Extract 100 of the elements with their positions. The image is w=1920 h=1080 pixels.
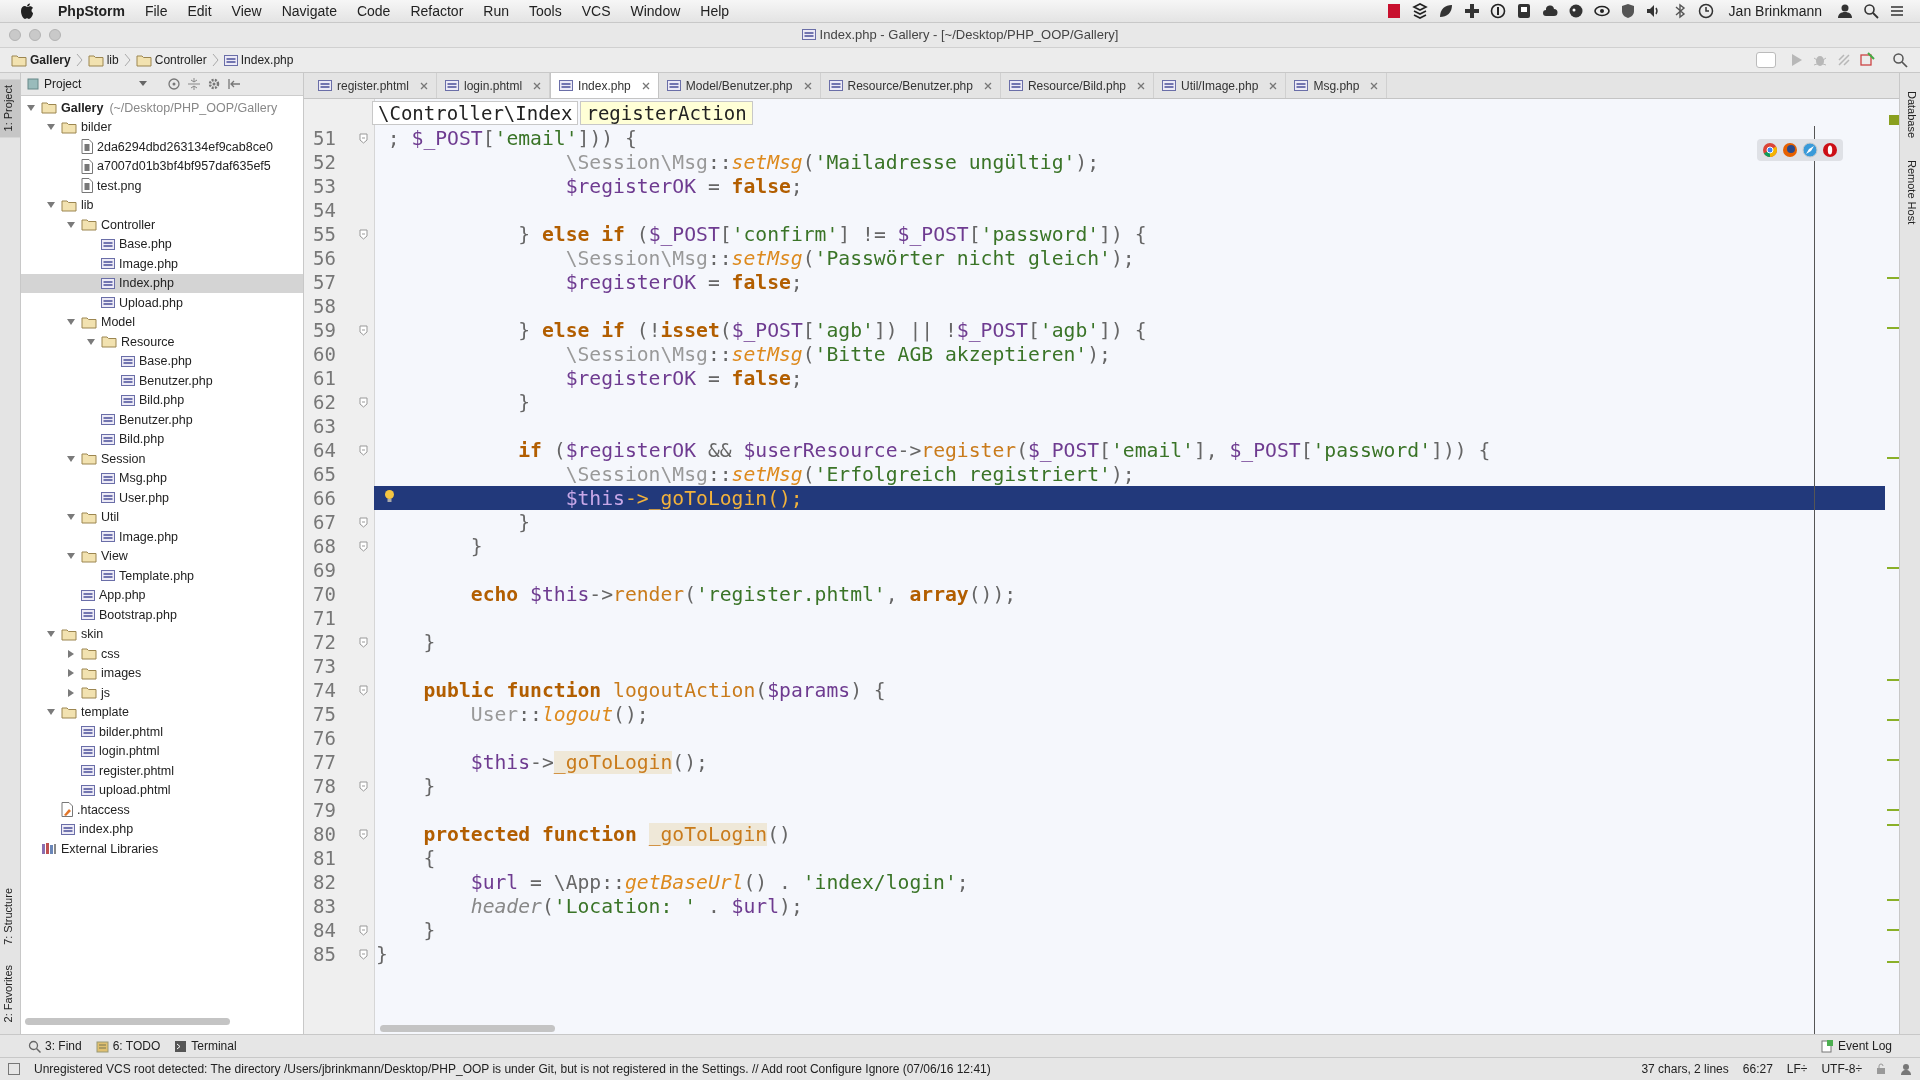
tree-item[interactable]: lib	[21, 195, 303, 215]
tree-item[interactable]: Bootstrap.php	[21, 605, 303, 625]
gear-icon[interactable]	[207, 77, 221, 91]
close-icon[interactable]	[641, 81, 650, 90]
editor-tab[interactable]: Msg.php	[1286, 73, 1388, 98]
close-icon[interactable]	[420, 81, 429, 90]
expanded-arrow-icon[interactable]	[86, 336, 96, 347]
editor-tab[interactable]: Resource/Benutzer.php	[820, 73, 1001, 98]
tree-item[interactable]: bilder	[21, 117, 303, 137]
scrollbar-thumb[interactable]	[25, 1018, 230, 1025]
fold-marker-icon[interactable]	[359, 948, 368, 960]
firefox-icon[interactable]	[1782, 142, 1798, 158]
editor-tab[interactable]: Resource/Bild.php	[1000, 73, 1154, 98]
menu-item[interactable]: Run	[473, 3, 519, 19]
line-separator[interactable]: LF÷	[1786, 1062, 1808, 1076]
menu-item[interactable]: Navigate	[271, 3, 347, 19]
record-icon[interactable]	[1385, 3, 1402, 19]
panel-toggle-icon[interactable]	[8, 1063, 20, 1075]
menu-item[interactable]: Edit	[177, 3, 222, 19]
menu-item[interactable]: VCS	[571, 3, 621, 19]
close-icon[interactable]	[1370, 81, 1379, 90]
close-icon[interactable]	[983, 81, 992, 90]
tree-item[interactable]: Base.php	[21, 351, 303, 371]
tree-item[interactable]: skin	[21, 624, 303, 644]
fold-marker-icon[interactable]	[359, 324, 368, 336]
tree-item[interactable]: login.phtml	[21, 741, 303, 761]
menu-item[interactable]: Code	[346, 3, 401, 19]
compass-icon[interactable]	[1802, 142, 1818, 158]
code-breadcrumb[interactable]: \Controller\Index	[372, 100, 579, 125]
tree-item[interactable]: register.phtml	[21, 761, 303, 781]
user-name[interactable]: Jan Brinkmann	[1718, 3, 1832, 19]
chrome-icon[interactable]	[1762, 142, 1778, 158]
tool-window-tab[interactable]: Database	[1900, 87, 1920, 143]
tree-item[interactable]: External Libraries	[21, 839, 303, 859]
breadcrumb[interactable]: Controller	[132, 53, 210, 67]
menu-item[interactable]: Window	[620, 3, 691, 19]
editor-tab[interactable]: register.phtml	[310, 73, 438, 98]
tree-item[interactable]: Resource	[21, 332, 303, 352]
tool-window-tab[interactable]: Remote Host	[1900, 156, 1920, 229]
menu-item[interactable]: Refactor	[400, 3, 474, 19]
fold-marker-icon[interactable]	[359, 516, 368, 528]
tree-item[interactable]: Image.php	[21, 254, 303, 274]
close-icon[interactable]	[1137, 81, 1145, 90]
collapsed-arrow-icon[interactable]	[66, 668, 76, 679]
tree-item[interactable]: Upload.php	[21, 293, 303, 313]
tree-item[interactable]: bilder.phtml	[21, 722, 303, 742]
code-breadcrumb[interactable]: registerAction	[580, 100, 753, 125]
fold-marker-icon[interactable]	[359, 540, 368, 552]
tree-item[interactable]: Bild.php	[21, 390, 303, 410]
tree-item[interactable]: upload.phtml	[21, 780, 303, 800]
fold-marker-icon[interactable]	[359, 636, 368, 648]
tree-item[interactable]: Session	[21, 449, 303, 469]
editor-tab[interactable]: Index.php	[550, 73, 659, 98]
inspector-icon[interactable]	[1900, 1063, 1912, 1075]
user-icon[interactable]	[1837, 3, 1853, 19]
close-icon[interactable]	[533, 81, 542, 90]
collapse-icon[interactable]	[187, 77, 201, 91]
eye-icon[interactable]	[1593, 3, 1610, 19]
lightbulb-icon[interactable]	[384, 489, 395, 504]
expanded-arrow-icon[interactable]	[26, 102, 36, 113]
breadcrumb[interactable]: lib	[84, 53, 122, 67]
fold-marker-icon[interactable]	[359, 132, 368, 144]
tree-item[interactable]: a7007d01b3bf4bf957daf635ef5	[21, 156, 303, 176]
tree-item[interactable]: Base.php	[21, 234, 303, 254]
fold-marker-icon[interactable]	[359, 780, 368, 792]
target-icon[interactable]	[167, 77, 181, 91]
plus-icon[interactable]	[1463, 3, 1480, 19]
editor-tab[interactable]: Model/Benutzer.php	[658, 73, 821, 98]
tree-item[interactable]: User.php	[21, 488, 303, 508]
collapsed-arrow-icon[interactable]	[66, 648, 76, 659]
breadcrumb[interactable]: Gallery	[8, 53, 74, 67]
collapsed-arrow-icon[interactable]	[66, 687, 76, 698]
clock-icon[interactable]	[1697, 3, 1714, 19]
tool-window-button[interactable]: 3: Find	[28, 1039, 82, 1053]
tree-item[interactable]: App.php	[21, 585, 303, 605]
fold-marker-icon[interactable]	[359, 228, 368, 240]
tree-item[interactable]: images	[21, 663, 303, 683]
tree-item[interactable]: Template.php	[21, 566, 303, 586]
shield-icon[interactable]	[1619, 3, 1636, 19]
tree-item[interactable]: Bild.php	[21, 429, 303, 449]
tool-window-button[interactable]: Terminal	[174, 1039, 237, 1053]
search-icon[interactable]	[1892, 52, 1908, 68]
breadcrumb[interactable]: Index.php	[220, 53, 297, 67]
tree-item[interactable]: css	[21, 644, 303, 664]
box-icon[interactable]	[1411, 3, 1428, 19]
tree-item[interactable]: Msg.php	[21, 468, 303, 488]
tree-item[interactable]: Model	[21, 312, 303, 332]
caret-position[interactable]: 66:27	[1742, 1062, 1773, 1076]
tree-item[interactable]: index.php	[21, 819, 303, 839]
cloud-icon[interactable]	[1541, 3, 1558, 19]
menu-item[interactable]: View	[221, 3, 272, 19]
menu-item[interactable]: File	[134, 3, 178, 19]
tool-window-button[interactable]: 6: TODO	[95, 1039, 161, 1053]
run-config-dropdown[interactable]	[1756, 52, 1776, 68]
tree-item[interactable]: View	[21, 546, 303, 566]
apple-icon[interactable]	[20, 3, 34, 19]
tree-item[interactable]: Benutzer.php	[21, 410, 303, 430]
tool-window-tab[interactable]: 2: Favorites	[0, 958, 20, 1028]
leaf-icon[interactable]	[1437, 3, 1454, 19]
expanded-arrow-icon[interactable]	[66, 219, 76, 230]
